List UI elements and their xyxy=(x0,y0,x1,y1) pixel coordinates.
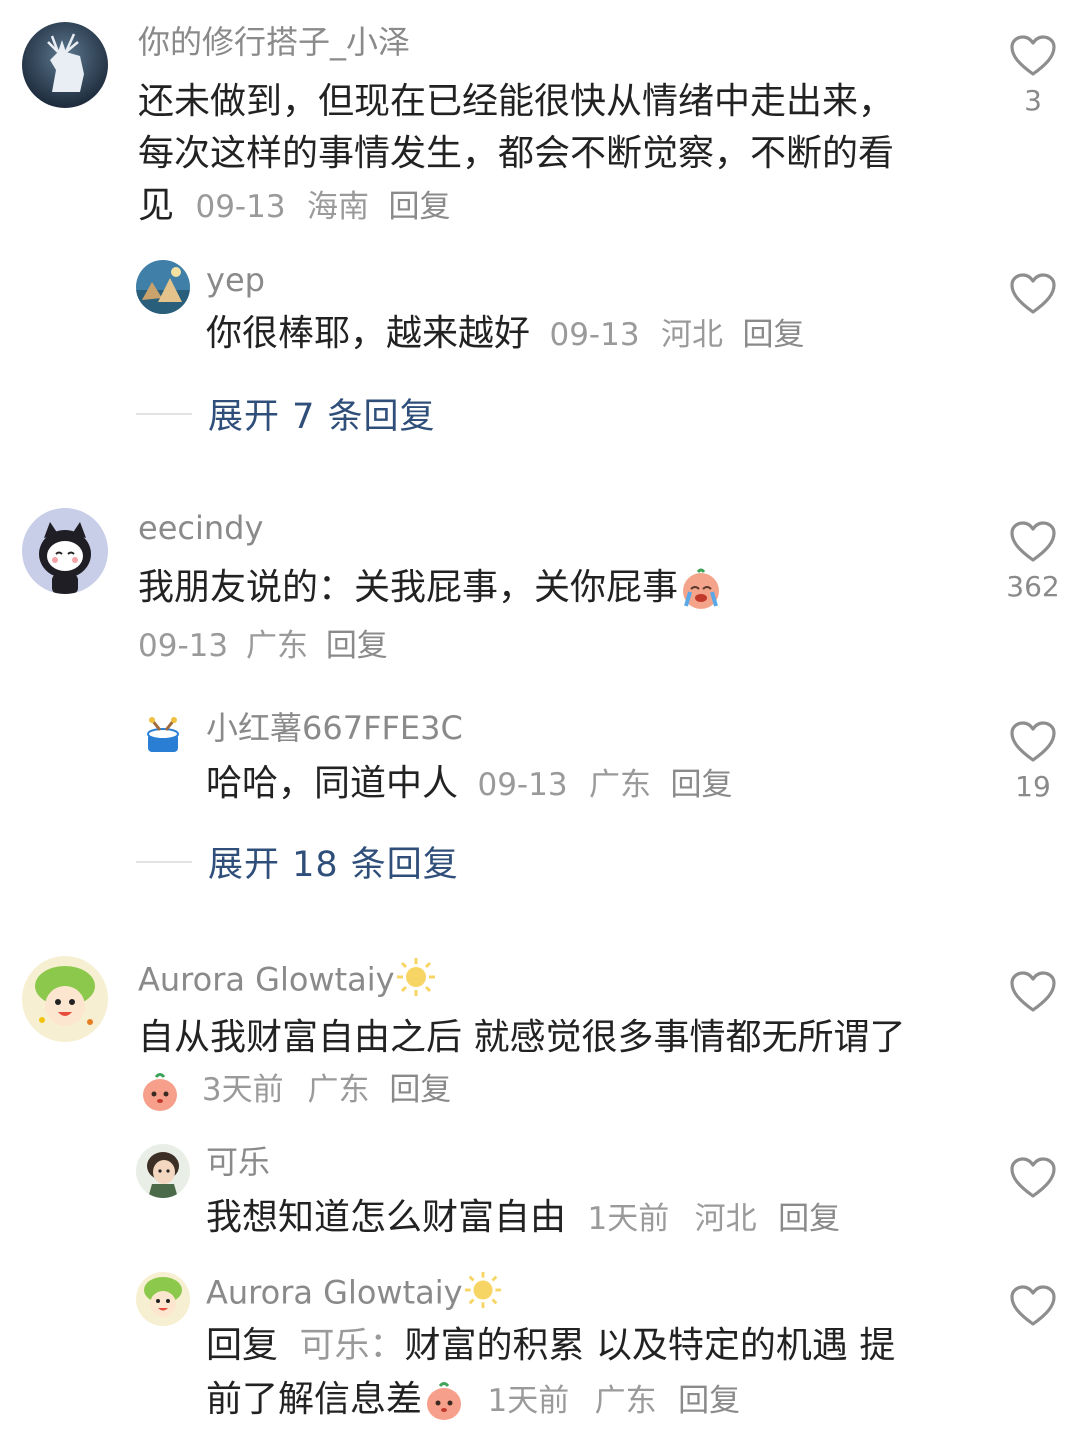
comment-text-line-1: 还未做到，但现在已经能很快从情绪中走出来， xyxy=(138,81,895,122)
reply-text: 哈哈，同道中人 xyxy=(206,763,459,804)
green-hair-kid-avatar-icon xyxy=(22,956,108,1042)
heart-icon xyxy=(1010,1285,1056,1326)
comment-date: 3天前 xyxy=(201,1072,284,1108)
reply-date: 1天前 xyxy=(587,1201,670,1237)
avatar[interactable] xyxy=(136,260,190,314)
comment-date: 09-13 xyxy=(138,628,229,664)
reply-text-line: 哈哈，同道中人 09-13 广东 回复 xyxy=(206,758,732,811)
comment-date: 09-13 xyxy=(195,189,286,225)
expand-replies-label: 展开 7 条回复 xyxy=(208,397,436,437)
reply-prefix: 回复 xyxy=(206,1325,279,1366)
avatar[interactable] xyxy=(22,956,108,1042)
avatar[interactable] xyxy=(22,22,108,108)
like-button[interactable]: 3 xyxy=(998,34,1068,118)
green-hair-kid-avatar-icon xyxy=(136,1272,190,1326)
comment-text-line: 我朋友说的：关我屁事，关你屁事 xyxy=(138,562,724,614)
comment-author[interactable]: Aurora Glowtaiy xyxy=(138,961,395,999)
reply-to-user[interactable]: 可乐： xyxy=(299,1326,404,1366)
divider xyxy=(136,860,192,863)
reply-text-tail: 前了解信息差 xyxy=(206,1379,423,1420)
avatar[interactable] xyxy=(136,1272,190,1326)
like-button[interactable]: 362 xyxy=(998,520,1068,604)
like-count: 3 xyxy=(1024,84,1042,117)
girl-portrait-avatar-icon xyxy=(136,1144,190,1198)
avatar[interactable] xyxy=(136,1144,190,1198)
reply-button[interactable]: 回复 xyxy=(389,1072,451,1108)
reply-button[interactable]: 回复 xyxy=(670,767,732,803)
reply-button[interactable]: 回复 xyxy=(778,1201,840,1237)
cartoon-girl-avatar-icon xyxy=(22,508,108,594)
like-button[interactable]: 19 xyxy=(998,720,1068,804)
white-deer-avatar-icon xyxy=(22,22,108,108)
sun-icon xyxy=(395,956,437,1007)
reply-text-line: 我想知道怎么财富自由 1天前 河北 回复 xyxy=(206,1192,840,1245)
reply-button[interactable]: 回复 xyxy=(326,628,388,664)
comment-author[interactable]: eecindy xyxy=(138,508,263,548)
expand-replies-label: 展开 18 条回复 xyxy=(208,845,459,885)
peach-face-emoji-icon xyxy=(422,1379,466,1423)
reply-button[interactable]: 回复 xyxy=(742,317,804,353)
reply-text: 财富的积累 以及特定的机遇 提 xyxy=(404,1325,896,1366)
reply-author[interactable]: 小红薯667FFE3C xyxy=(206,708,463,748)
heart-icon xyxy=(1010,721,1056,762)
expand-replies-button[interactable]: 展开 7 条回复 xyxy=(136,388,436,439)
comment-text-line-3: 见 09-13 海南 回复 xyxy=(138,180,450,233)
crying-face-emoji-icon xyxy=(678,566,724,612)
reply-location: 河北 xyxy=(661,317,724,353)
reply-location: 河北 xyxy=(694,1201,757,1237)
comment-text: 我朋友说的：关我屁事，关你屁事 xyxy=(138,567,679,608)
like-button[interactable] xyxy=(998,1156,1068,1200)
reply-author[interactable]: 可乐 xyxy=(206,1142,270,1182)
reply-date: 09-13 xyxy=(549,317,640,353)
reply-location: 广东 xyxy=(594,1383,657,1419)
sun-icon xyxy=(463,1270,503,1319)
comment-text-tail: 见 xyxy=(138,185,175,226)
heart-icon xyxy=(1010,273,1056,314)
expand-replies-button[interactable]: 展开 18 条回复 xyxy=(136,836,459,887)
like-count: 19 xyxy=(1015,770,1051,803)
reply-date: 09-13 xyxy=(477,767,568,803)
comment-location: 海南 xyxy=(307,189,370,225)
reply-text-line-1: 回复 可乐：财富的积累 以及特定的机遇 提 xyxy=(206,1320,895,1372)
like-count: 362 xyxy=(1006,570,1060,603)
avatar[interactable] xyxy=(142,716,184,758)
reply-button[interactable]: 回复 xyxy=(678,1383,740,1419)
heart-icon xyxy=(1010,35,1056,76)
comment-author[interactable]: 你的修行搭子_小泽 xyxy=(138,22,410,62)
reply-text-line-2: 前了解信息差 1天前 广东 回复 xyxy=(206,1374,740,1427)
like-button[interactable] xyxy=(998,272,1068,316)
heart-icon xyxy=(1010,971,1056,1012)
reply-author[interactable]: Aurora Glowtaiy xyxy=(206,1274,463,1312)
comment-location: 广东 xyxy=(245,628,308,664)
comment-meta: 3天前 广东 回复 xyxy=(138,1068,451,1114)
divider xyxy=(136,412,192,415)
reply-author[interactable]: yep xyxy=(206,260,265,300)
landscape-avatar-icon xyxy=(136,260,190,314)
comment-location: 广东 xyxy=(307,1072,370,1108)
reply-date: 1天前 xyxy=(487,1383,570,1419)
drum-avatar-icon xyxy=(147,717,179,752)
like-button[interactable] xyxy=(998,970,1068,1014)
comment-meta: 09-13 广东 回复 xyxy=(138,624,388,668)
heart-icon xyxy=(1010,521,1056,562)
reply-text: 你很棒耶，越来越好 xyxy=(206,313,531,354)
reply-button[interactable]: 回复 xyxy=(388,189,450,225)
reply-location: 广东 xyxy=(589,767,652,803)
avatar[interactable] xyxy=(22,508,108,594)
comment-text-line-2: 每次这样的事情发生，都会不断觉察，不断的看 xyxy=(138,133,895,174)
reply-text: 我想知道怎么财富自由 xyxy=(206,1197,567,1238)
comment-text-line: 自从我财富自由之后 就感觉很多事情都无所谓了 xyxy=(138,1017,906,1058)
reply-text-line: 你很棒耶，越来越好 09-13 河北 回复 xyxy=(206,308,804,361)
reply-author-row: Aurora Glowtaiy xyxy=(206,1270,503,1319)
like-button[interactable] xyxy=(998,1284,1068,1328)
heart-icon xyxy=(1010,1157,1056,1198)
comment-author-row: Aurora Glowtaiy xyxy=(138,956,437,1007)
peach-face-emoji-icon xyxy=(138,1070,182,1114)
